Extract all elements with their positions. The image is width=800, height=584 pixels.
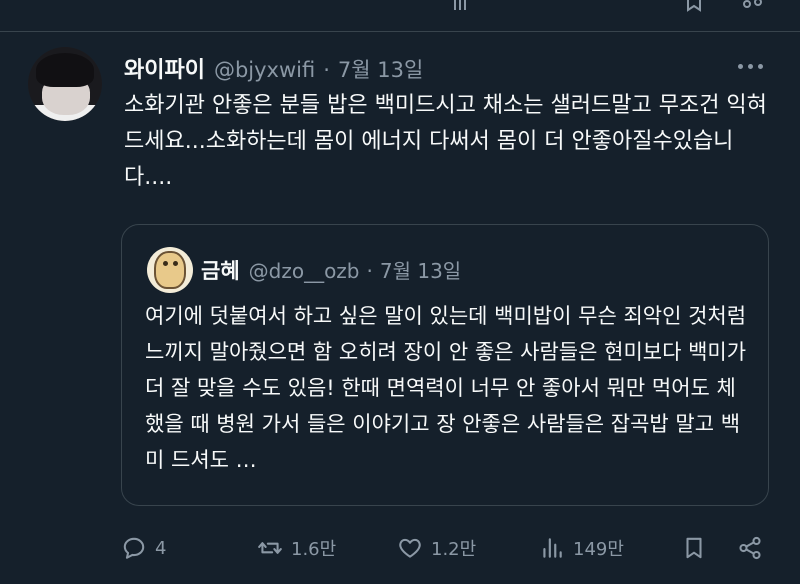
previous-share-icon[interactable] xyxy=(742,0,762,16)
reply-icon xyxy=(123,537,145,559)
reply-button[interactable]: 4 xyxy=(121,530,166,566)
previous-bookmark-icon[interactable] xyxy=(684,0,704,16)
quoted-author-handle: @dzo__ozb xyxy=(248,259,360,283)
repost-icon xyxy=(258,542,282,554)
repost-count: 1.6만 xyxy=(291,539,337,560)
post-text: 소화기관 안좋은 분들 밥은 백미드시고 채소는 샐러드말고 무조건 익혀드세요… xyxy=(124,93,767,190)
author-name[interactable]: 와이파이 xyxy=(124,52,205,84)
views-button[interactable]: 149만 xyxy=(539,530,624,566)
quoted-header: 금혜 @dzo__ozb · 7월 13일 xyxy=(201,255,461,285)
bookmark-button[interactable] xyxy=(681,530,707,566)
previous-post-actions xyxy=(0,0,800,28)
views-icon xyxy=(543,538,562,558)
more-options-icon[interactable] xyxy=(734,60,768,76)
author-handle[interactable]: @bjyxwifi xyxy=(214,58,315,82)
previous-views-icon[interactable] xyxy=(452,0,472,16)
heart-icon xyxy=(399,538,421,558)
quoted-header-separator: · xyxy=(366,259,373,283)
post-divider xyxy=(0,31,800,32)
post-date[interactable]: 7월 13일 xyxy=(338,54,423,84)
reply-count: 4 xyxy=(155,537,167,559)
quoted-author-name: 금혜 xyxy=(201,259,240,283)
share-button[interactable] xyxy=(737,530,763,566)
author-avatar[interactable] xyxy=(28,47,102,121)
repost-button[interactable]: 1.6만 xyxy=(257,530,336,566)
post-header: 와이파이 @bjyxwifi · 7월 13일 xyxy=(124,52,423,84)
quoted-date: 7월 13일 xyxy=(379,259,462,283)
header-separator: · xyxy=(323,58,330,82)
like-button[interactable]: 1.2만 xyxy=(397,530,476,566)
like-count: 1.2만 xyxy=(431,539,477,560)
quoted-author-avatar[interactable] xyxy=(147,247,193,293)
quoted-post[interactable]: 금혜 @dzo__ozb · 7월 13일 여기에 덧붙여서 하고 싶은 말이 … xyxy=(121,224,769,506)
action-bar: 4 1.6만 1.2만 149만 xyxy=(121,530,771,566)
share-icon xyxy=(739,536,761,560)
bookmark-icon xyxy=(686,537,702,559)
views-count: 149만 xyxy=(573,539,624,560)
quoted-text: 여기에 덧붙여서 하고 싶은 말이 있는데 백미밥이 무슨 죄악인 것처럼 느끼… xyxy=(145,304,747,472)
